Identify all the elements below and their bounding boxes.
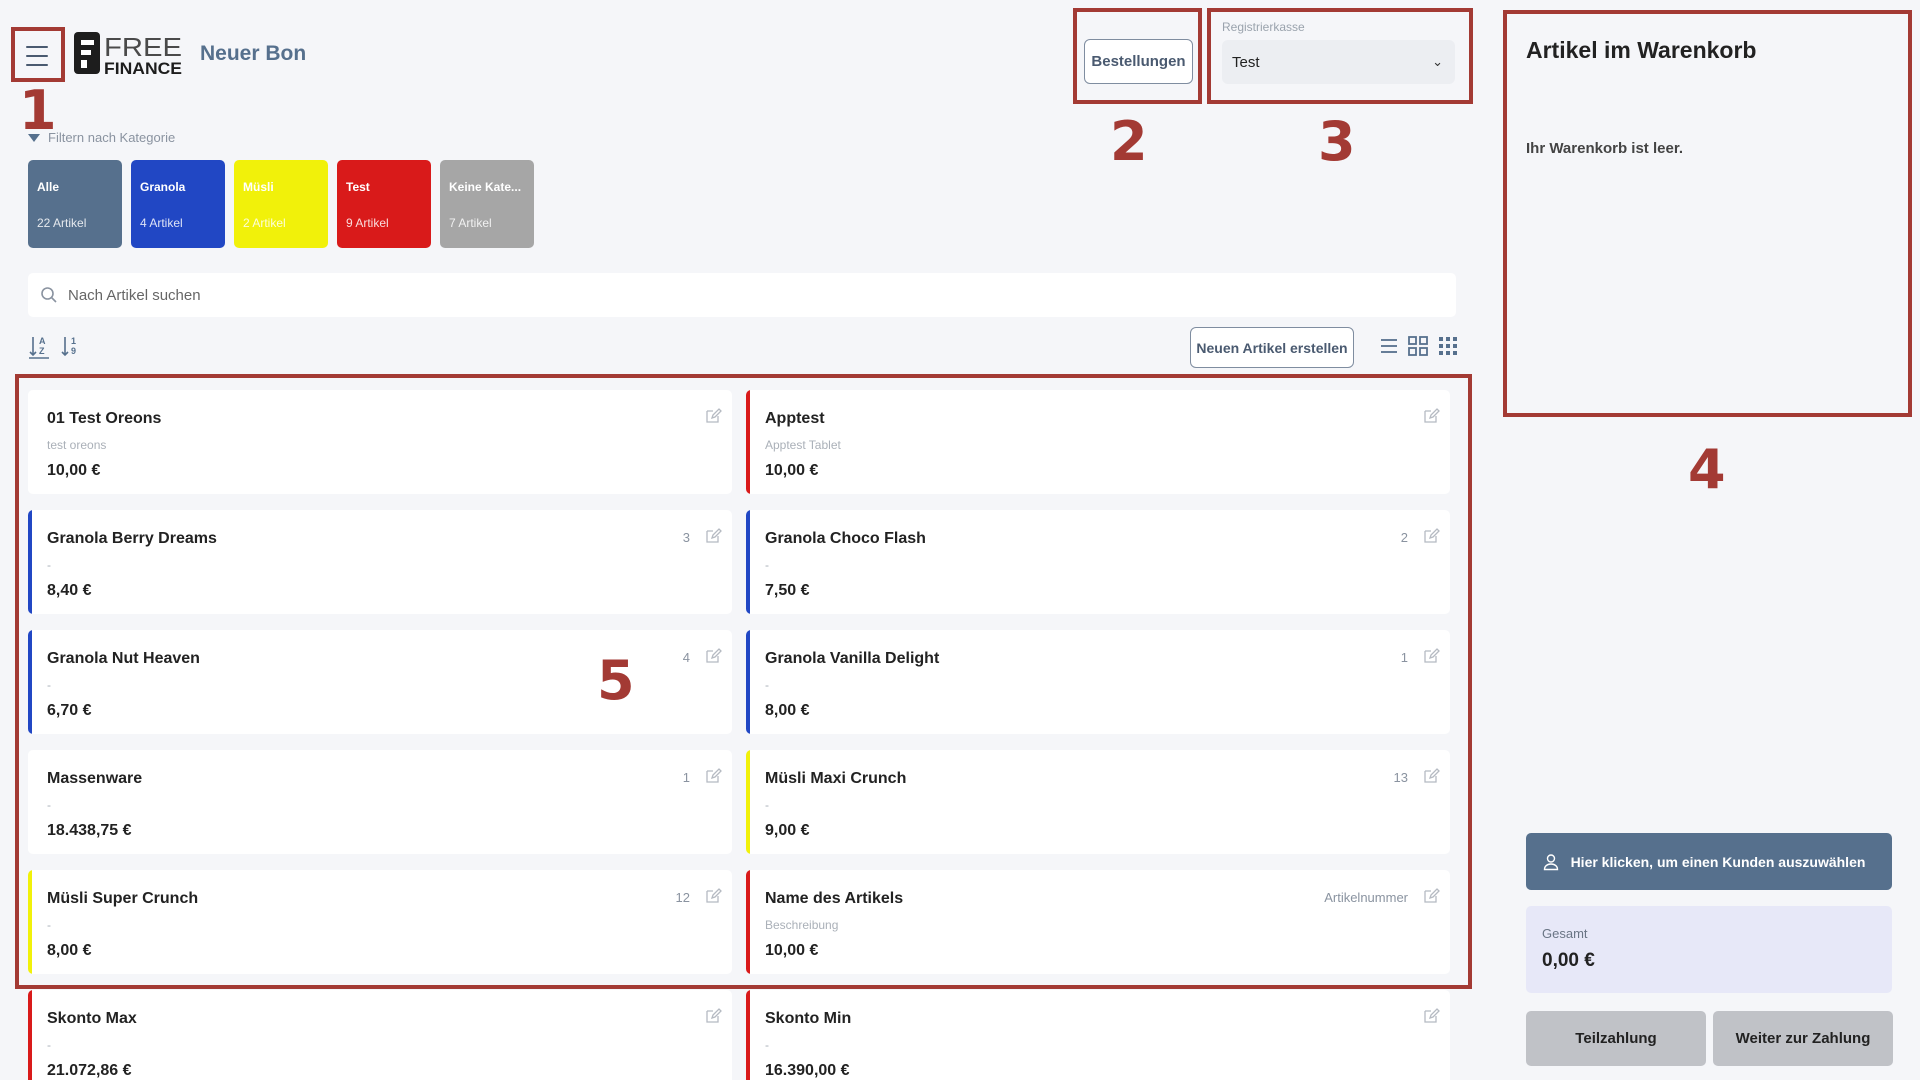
logo-text-free: FREE xyxy=(104,32,182,62)
category-stripe xyxy=(28,990,32,1080)
filter-toggle-label: Filtern nach Kategorie xyxy=(48,130,176,145)
category-name: Keine Kate... xyxy=(449,180,522,194)
list-view-icon[interactable] xyxy=(1378,335,1400,357)
page-title: Neuer Bon xyxy=(200,42,307,65)
annotation-box-1 xyxy=(11,27,65,82)
search-bar xyxy=(28,273,1456,317)
article-card[interactable]: Skonto Min - 16.390,00 € xyxy=(746,990,1450,1080)
free-finance-logo: FREE FINANCE xyxy=(74,32,182,78)
category-count: 4 Artikel xyxy=(140,216,183,230)
total-value: 0,00 € xyxy=(1542,950,1595,971)
grid-view-icon[interactable] xyxy=(1407,335,1429,357)
category-count: 7 Artikel xyxy=(449,216,492,230)
category-tile-muesli[interactable]: Müsli 2 Artikel xyxy=(234,160,328,248)
sort-alpha-icon[interactable]: A Z xyxy=(28,334,50,360)
svg-text:9: 9 xyxy=(71,346,76,356)
category-stripe xyxy=(746,990,750,1080)
edit-icon[interactable] xyxy=(704,1007,722,1025)
article-name: Skonto Min xyxy=(765,1010,852,1027)
svg-text:1: 1 xyxy=(71,336,76,346)
annotation-box-2 xyxy=(1073,8,1202,104)
annotation-number-4: 4 xyxy=(1688,438,1726,501)
annotation-number-2: 2 xyxy=(1110,110,1148,173)
sort-numeric-icon[interactable]: 1 9 xyxy=(60,334,82,360)
search-input[interactable] xyxy=(68,286,1444,304)
category-tile-alle[interactable]: Alle 22 Artikel xyxy=(28,160,122,248)
edit-icon[interactable] xyxy=(1422,1007,1440,1025)
article-card[interactable]: Skonto Max - 21.072,86 € xyxy=(28,990,732,1080)
user-icon xyxy=(1543,853,1559,870)
total-box: Gesamt 0,00 € xyxy=(1526,906,1892,993)
category-name: Müsli xyxy=(243,180,274,194)
article-price: 16.390,00 € xyxy=(765,1062,850,1079)
new-article-button[interactable]: Neuen Artikel erstellen xyxy=(1190,327,1354,368)
svg-text:A: A xyxy=(39,336,46,346)
category-name: Alle xyxy=(37,180,60,194)
category-tile-test[interactable]: Test 9 Artikel xyxy=(337,160,431,248)
checkout-button[interactable]: Weiter zur Zahlung xyxy=(1713,1011,1893,1066)
article-name: Skonto Max xyxy=(47,1010,137,1027)
category-name: Granola xyxy=(140,180,186,194)
article-price: 21.072,86 € xyxy=(47,1062,132,1079)
total-label: Gesamt xyxy=(1542,926,1588,941)
article-description: - xyxy=(47,1038,51,1052)
category-count: 22 Artikel xyxy=(37,216,87,230)
annotation-box-3 xyxy=(1207,8,1473,104)
category-name: Test xyxy=(346,180,370,194)
article-description: - xyxy=(765,1038,769,1052)
annotation-box-4 xyxy=(1503,10,1912,417)
category-tile-no-category[interactable]: Keine Kate... 7 Artikel xyxy=(440,160,534,248)
category-count: 9 Artikel xyxy=(346,216,389,230)
select-customer-button[interactable]: Hier klicken, um einen Kunden auszuwähle… xyxy=(1526,833,1892,890)
partial-payment-button[interactable]: Teilzahlung xyxy=(1526,1011,1706,1066)
annotation-number-1: 1 xyxy=(19,79,57,142)
search-icon xyxy=(41,287,57,303)
logo-text-finance: FINANCE xyxy=(104,59,182,78)
select-customer-label: Hier klicken, um einen Kunden auszuwähle… xyxy=(1570,853,1866,870)
compact-grid-view-icon[interactable] xyxy=(1437,335,1459,357)
annotation-number-5: 5 xyxy=(597,649,635,712)
annotation-box-5 xyxy=(15,374,1472,989)
category-tile-granola[interactable]: Granola 4 Artikel xyxy=(131,160,225,248)
annotation-number-3: 3 xyxy=(1318,110,1356,173)
svg-text:Z: Z xyxy=(39,346,45,356)
category-count: 2 Artikel xyxy=(243,216,286,230)
